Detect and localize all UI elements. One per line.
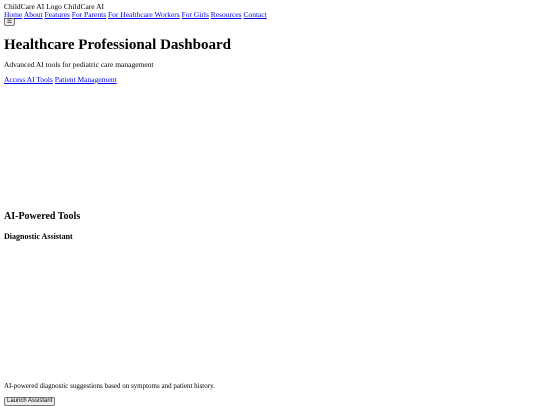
nav-link-contact[interactable]: Contact [243, 10, 266, 19]
main-nav: Home About Features For Parents For Heal… [4, 10, 267, 19]
page-subtitle: Advanced AI tools for pediatric care man… [4, 60, 154, 69]
patient-management-link[interactable]: Patient Management [55, 75, 117, 84]
nav-link-features[interactable]: Features [44, 10, 69, 19]
nav-link-for-healthcare-workers[interactable]: For Healthcare Workers [108, 10, 180, 19]
menu-toggle-button[interactable]: ☰ [4, 18, 15, 26]
tools-section-title: AI-Powered Tools [4, 211, 81, 222]
page-title: Healthcare Professional Dashboard [4, 37, 231, 53]
nav-link-for-girls[interactable]: For Girls [182, 10, 209, 19]
tool-card-title: Diagnostic Assistant [4, 232, 73, 241]
hamburger-menu-icon: ☰ [6, 18, 13, 25]
nav-link-for-parents[interactable]: For Parents [72, 10, 106, 19]
nav-link-resources[interactable]: Resources [211, 10, 242, 19]
hero-links: Access AI Tools Patient Management [4, 75, 117, 84]
nav-link-about[interactable]: About [24, 10, 43, 19]
access-ai-tools-link[interactable]: Access AI Tools [4, 75, 53, 84]
tool-card-description: AI-powered diagnostic suggestions based … [4, 382, 215, 390]
